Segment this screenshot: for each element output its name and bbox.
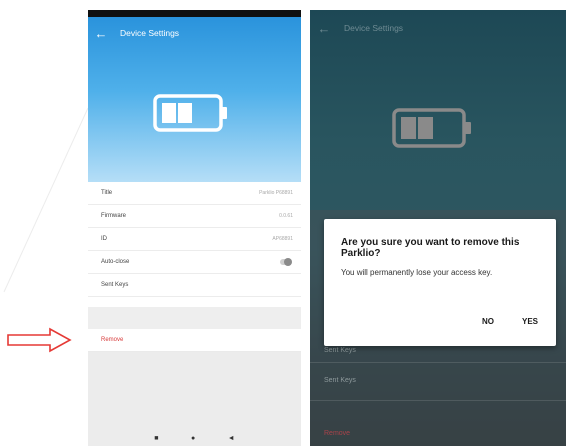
status-bar xyxy=(88,10,301,17)
settings-row-id[interactable]: ID AP68891 xyxy=(88,228,301,251)
yes-button[interactable]: YES xyxy=(522,317,538,326)
settings-list: Title Parklio P68891 Firmware 0.0.61 ID … xyxy=(88,182,301,297)
navigation-bar: ■ ● ◄ xyxy=(88,430,301,446)
empty-area xyxy=(88,352,301,430)
device-settings-screen: ← Device Settings Title Parklio P68891 F… xyxy=(88,10,301,446)
app-bar: ← Device Settings xyxy=(310,18,566,38)
dialog-message: You will permanently lose your access ke… xyxy=(341,268,493,277)
battery-icon xyxy=(392,108,471,148)
partial-row-label: Sent Keys xyxy=(324,347,356,354)
header-banner: ← Device Settings xyxy=(88,17,301,182)
decorative-diagonal-line xyxy=(3,107,89,293)
remove-label: Remove xyxy=(101,337,124,343)
sent-keys-label: Sent Keys xyxy=(324,377,356,384)
row-label: Auto-close xyxy=(101,259,130,265)
recent-apps-icon[interactable]: ■ xyxy=(154,435,158,442)
battery-icon xyxy=(153,94,227,132)
confirm-dialog: Are you sure you want to remove this Par… xyxy=(324,219,556,346)
app-bar: ← Device Settings xyxy=(88,23,301,43)
divider xyxy=(310,400,566,401)
page-title: Device Settings xyxy=(344,23,404,33)
settings-row-title[interactable]: Title Parklio P68891 xyxy=(88,182,301,205)
dialog-title: Are you sure you want to remove this Par… xyxy=(341,237,520,259)
row-label: Firmware xyxy=(101,213,126,219)
back-nav-icon[interactable]: ◄ xyxy=(228,435,235,442)
settings-row-auto-close[interactable]: Auto-close xyxy=(88,251,301,274)
settings-row-sent-keys[interactable]: Sent Keys xyxy=(88,274,301,297)
no-button[interactable]: NO xyxy=(482,317,494,326)
settings-row-firmware[interactable]: Firmware 0.0.61 xyxy=(88,205,301,228)
divider xyxy=(310,362,566,363)
arrow-left-icon: ← xyxy=(317,20,331,36)
row-label: Sent Keys xyxy=(101,282,129,288)
arrow-left-icon[interactable]: ← xyxy=(88,26,114,41)
row-label: Title xyxy=(101,190,113,196)
remove-confirmation-screen: ← Device Settings Sent Keys Sent Keys Re… xyxy=(310,10,566,446)
row-value: Parklio P68891 xyxy=(259,190,293,196)
page-title: Device Settings xyxy=(120,28,180,38)
home-icon[interactable]: ● xyxy=(191,435,195,442)
row-value: AP68891 xyxy=(272,236,293,242)
section-divider xyxy=(88,307,301,329)
remove-button[interactable]: Remove xyxy=(88,329,301,352)
row-label: ID xyxy=(101,236,107,242)
arrow-right-icon xyxy=(7,327,72,353)
auto-close-toggle[interactable] xyxy=(280,258,292,266)
row-value: 0.0.61 xyxy=(279,213,293,219)
remove-label: Remove xyxy=(324,430,351,437)
